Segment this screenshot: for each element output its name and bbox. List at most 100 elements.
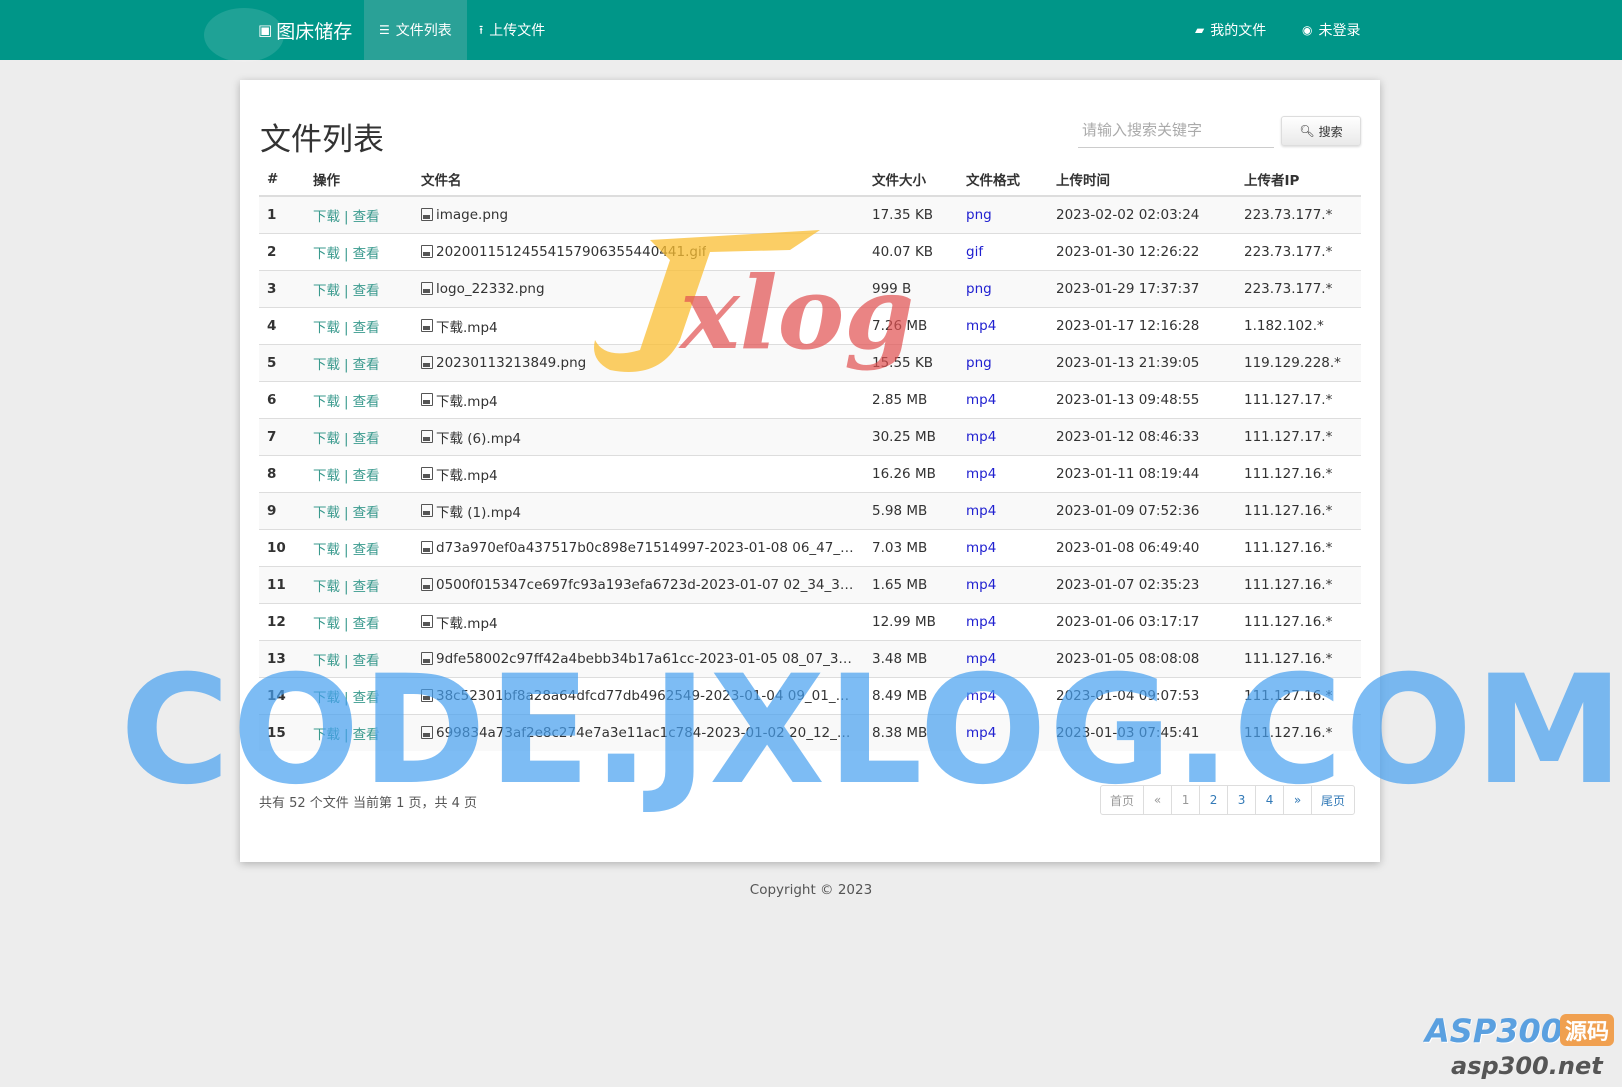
row-format[interactable]: png xyxy=(958,269,1048,307)
view-link[interactable]: 查看 xyxy=(353,727,380,743)
nav-upload[interactable]: ⭱ 上传文件 xyxy=(464,0,560,60)
row-actions: 下载 | 查看 xyxy=(305,343,413,381)
download-link[interactable]: 下载 xyxy=(313,357,340,373)
format-link[interactable]: mp4 xyxy=(966,651,996,667)
pager-item[interactable]: 尾页 xyxy=(1311,786,1354,814)
row-format[interactable]: mp4 xyxy=(958,380,1048,418)
download-link[interactable]: 下载 xyxy=(313,727,340,743)
pager-item[interactable]: » xyxy=(1283,786,1311,814)
format-link[interactable]: mp4 xyxy=(966,688,996,704)
format-link[interactable]: png xyxy=(966,281,992,297)
file-icon xyxy=(421,430,433,443)
nav-file-list[interactable]: ☰ 文件列表 xyxy=(364,0,467,60)
search-input[interactable] xyxy=(1078,112,1274,148)
row-format[interactable]: mp4 xyxy=(958,306,1048,344)
filename-text: 20230113213849.png xyxy=(436,354,587,371)
row-format[interactable]: png xyxy=(958,195,1048,233)
view-link[interactable]: 查看 xyxy=(353,283,380,299)
row-format[interactable]: mp4 xyxy=(958,491,1048,529)
logo-blob xyxy=(204,8,284,62)
view-link[interactable]: 查看 xyxy=(353,431,380,447)
row-uploader-ip: 111.127.16.* xyxy=(1236,565,1361,603)
row-format[interactable]: mp4 xyxy=(958,417,1048,455)
view-link[interactable]: 查看 xyxy=(353,616,380,632)
row-format[interactable]: mp4 xyxy=(958,528,1048,566)
view-link[interactable]: 查看 xyxy=(353,653,380,669)
asp300-watermark: ASP300 源码 asp300.net xyxy=(1425,1012,1620,1082)
brand[interactable]: ▣ 图床储存 xyxy=(204,0,352,62)
nav-my-files[interactable]: ▰ 我的文件 xyxy=(1180,0,1281,60)
nav-login[interactable]: ◉ 未登录 xyxy=(1287,0,1375,60)
format-link[interactable]: mp4 xyxy=(966,503,996,519)
row-format[interactable]: mp4 xyxy=(958,676,1048,714)
row-format[interactable]: gif xyxy=(958,232,1048,270)
download-link[interactable]: 下载 xyxy=(313,320,340,336)
download-link[interactable]: 下载 xyxy=(313,616,340,632)
download-link[interactable]: 下载 xyxy=(313,431,340,447)
format-link[interactable]: png xyxy=(966,207,992,223)
pager-item[interactable]: 2 xyxy=(1199,786,1227,814)
row-filename: 下载 (6).mp4 xyxy=(413,417,864,455)
download-link[interactable]: 下载 xyxy=(313,653,340,669)
row-format[interactable]: mp4 xyxy=(958,602,1048,640)
row-format[interactable]: mp4 xyxy=(958,639,1048,677)
format-link[interactable]: mp4 xyxy=(966,614,996,630)
view-link[interactable]: 查看 xyxy=(353,542,380,558)
download-link[interactable]: 下载 xyxy=(313,209,340,225)
view-link[interactable]: 查看 xyxy=(353,394,380,410)
row-size: 7.03 MB xyxy=(864,528,958,566)
row-upload-time: 2023-01-30 12:26:22 xyxy=(1048,232,1236,270)
format-link[interactable]: mp4 xyxy=(966,318,996,334)
row-upload-time: 2023-01-08 06:49:40 xyxy=(1048,528,1236,566)
format-link[interactable]: png xyxy=(966,355,992,371)
format-link[interactable]: mp4 xyxy=(966,392,996,408)
download-link[interactable]: 下载 xyxy=(313,246,340,262)
row-format[interactable]: mp4 xyxy=(958,454,1048,492)
download-link[interactable]: 下载 xyxy=(313,690,340,706)
row-size: 8.38 MB xyxy=(864,713,958,751)
row-format[interactable]: mp4 xyxy=(958,565,1048,603)
pager-item[interactable]: 1 xyxy=(1171,786,1199,814)
pager-item[interactable]: 4 xyxy=(1255,786,1283,814)
filename-text: 0500f015347ce697fc93a193efa6723d-2023-01… xyxy=(436,576,856,593)
pagination: 首页 «1 2 3 4» 尾页 xyxy=(1100,785,1356,815)
row-actions: 下载 | 查看 xyxy=(305,639,413,677)
view-link[interactable]: 查看 xyxy=(353,505,380,521)
format-link[interactable]: gif xyxy=(966,244,983,260)
format-link[interactable]: mp4 xyxy=(966,725,996,741)
pager-item[interactable]: 3 xyxy=(1227,786,1255,814)
download-link[interactable]: 下载 xyxy=(313,505,340,521)
row-actions: 下载 | 查看 xyxy=(305,491,413,529)
format-link[interactable]: mp4 xyxy=(966,466,996,482)
col-size: 文件大小 xyxy=(864,162,958,197)
download-link[interactable]: 下载 xyxy=(313,283,340,299)
download-link[interactable]: 下载 xyxy=(313,394,340,410)
view-link[interactable]: 查看 xyxy=(353,468,380,484)
row-size: 16.26 MB xyxy=(864,454,958,492)
row-number: 12 xyxy=(259,602,305,640)
search-button[interactable]: 🔍︎ 搜索 xyxy=(1281,116,1361,146)
download-link[interactable]: 下载 xyxy=(313,542,340,558)
pager-item[interactable]: « xyxy=(1143,786,1171,814)
view-link[interactable]: 查看 xyxy=(353,579,380,595)
view-link[interactable]: 查看 xyxy=(353,209,380,225)
pager-item[interactable]: 首页 xyxy=(1101,786,1143,814)
view-link[interactable]: 查看 xyxy=(353,320,380,336)
col-uploader-ip: 上传者IP xyxy=(1236,162,1361,197)
view-link[interactable]: 查看 xyxy=(353,690,380,706)
row-upload-time: 2023-01-17 12:16:28 xyxy=(1048,306,1236,344)
format-link[interactable]: mp4 xyxy=(966,577,996,593)
nav-my-files-label: 我的文件 xyxy=(1210,23,1267,39)
format-link[interactable]: mp4 xyxy=(966,429,996,445)
view-link[interactable]: 查看 xyxy=(353,357,380,373)
row-uploader-ip: 111.127.17.* xyxy=(1236,417,1361,455)
table-row: 7 下载 | 查看 下载 (6).mp4 30.25 MB mp4 2023-01-12 08… xyxy=(259,417,1361,455)
row-format[interactable]: mp4 xyxy=(958,713,1048,751)
filename-text: 9dfe58002c97ff42a4bebb34b17a61cc-2023-01… xyxy=(436,650,856,667)
table-row: 3 下载 | 查看 logo_22332.png 999 Bpng 2023-01-29 1… xyxy=(259,269,1361,307)
download-link[interactable]: 下载 xyxy=(313,468,340,484)
download-link[interactable]: 下载 xyxy=(313,579,340,595)
format-link[interactable]: mp4 xyxy=(966,540,996,556)
row-format[interactable]: png xyxy=(958,343,1048,381)
view-link[interactable]: 查看 xyxy=(353,246,380,262)
